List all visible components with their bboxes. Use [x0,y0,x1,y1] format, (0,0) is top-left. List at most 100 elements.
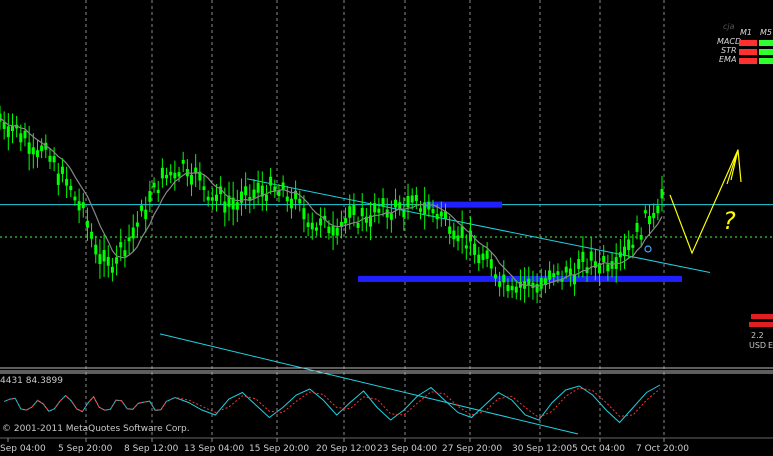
indicator-row-str-label: STR [721,46,737,55]
candle-body [618,252,622,258]
candle-body [65,179,69,186]
candle-body [456,235,460,242]
candle-body [98,254,102,265]
candle-body [344,218,348,224]
candle-body [52,156,56,163]
side-panel: 2.2 USD E [745,310,773,362]
candle-body [419,208,423,212]
candle-body [652,212,656,219]
candle-body [169,171,173,176]
candle-body [360,207,364,217]
candle-body [69,185,73,191]
candle-body [285,196,289,202]
copyright-watermark: © 2001-2011 MetaQuotes Software Corp. [2,424,190,434]
candle-body [160,167,164,179]
candle-body [406,195,410,208]
candle-body [314,227,318,231]
candle-body [577,259,581,269]
candle-body [102,250,106,262]
side-panel-symbol: E [768,341,773,350]
candle-body [448,226,452,234]
side-panel-value: 2.2 [751,331,764,340]
candle-body [581,251,585,263]
candle-body [568,268,572,276]
candle-body [643,210,647,214]
candle-body [535,284,539,293]
x-tick-label: 20 Sep 12:00 [316,444,376,454]
subwindow-readout: 4431 84.3899 [0,376,63,386]
candle-body [40,145,44,152]
candle-body [152,182,156,188]
candle-body [123,250,127,257]
candle-body [656,205,660,214]
candle-body [489,259,493,269]
candle-body [135,222,139,227]
candle-body [635,222,639,232]
candle-body [181,159,185,164]
candle-body [648,216,652,225]
str-m5-signal [759,49,773,55]
candle-body [110,266,114,273]
candle-body [473,243,477,255]
candle-body [335,227,339,236]
candle-body [373,203,377,213]
candle-body [464,245,468,249]
candle-body [631,244,635,248]
indicator-panel: cja M1 M5 MACD STR EMA [711,22,773,64]
candle-body [394,199,398,208]
candle-body [319,218,323,226]
candle-body [19,133,23,143]
side-panel-bar [751,314,773,319]
candle-body [410,195,414,203]
candle-body [148,191,152,202]
candle-body [502,274,506,283]
candle-body [389,213,393,220]
candle-body [35,150,39,157]
candle-body [639,234,643,240]
candle-body [81,202,85,209]
x-tick-label: 30 Sep 12:00 [512,444,572,454]
indicator-row-ema-label: EMA [719,55,737,64]
candle-body [210,197,214,201]
timeframe-m5: M5 [760,28,772,37]
candle-body [77,201,81,211]
side-panel-currency: USD [749,341,767,350]
x-tick-label: 15 Sep 20:00 [249,444,309,454]
indicator-panel-header: cja [723,22,735,31]
x-tick-label: Sep 04:00 [0,444,46,454]
candle-body [485,250,489,259]
candle-body [352,204,356,215]
candle-body [298,198,302,204]
candle-body [398,202,402,209]
candle-body [23,130,27,139]
candle-body [252,189,256,199]
candle-body [31,147,35,155]
candle-body [156,189,160,194]
candle-body [206,196,210,201]
candle-body [223,201,227,213]
candle-body [623,246,627,257]
ema-m5-signal [759,58,773,64]
candle-body [356,223,360,228]
candle-body [289,198,293,209]
candle-body [6,126,10,138]
candle-body [56,173,60,185]
candle-body [539,277,543,289]
price-chart[interactable]: Sep 04:00 5 Sep 20:00 8 Sep 12:00 13 Sep 04… [0,0,773,456]
candle-body [377,208,381,213]
candle-body [239,191,243,203]
candle-body [106,256,110,266]
candle-body [48,155,52,162]
candle-body [606,264,610,272]
candle-body [423,202,427,215]
x-tick-label: 5 Oct 04:00 [572,444,625,454]
ema-m1-signal [739,58,757,64]
candle-body [493,274,497,279]
candle-body [527,278,531,285]
candle-body [273,186,277,191]
x-tick-label: 27 Sep 20:00 [442,444,502,454]
candle-body [660,189,664,199]
candle-body [460,226,464,238]
candle-body [140,205,144,211]
question-mark-annotation: ? [723,207,736,235]
